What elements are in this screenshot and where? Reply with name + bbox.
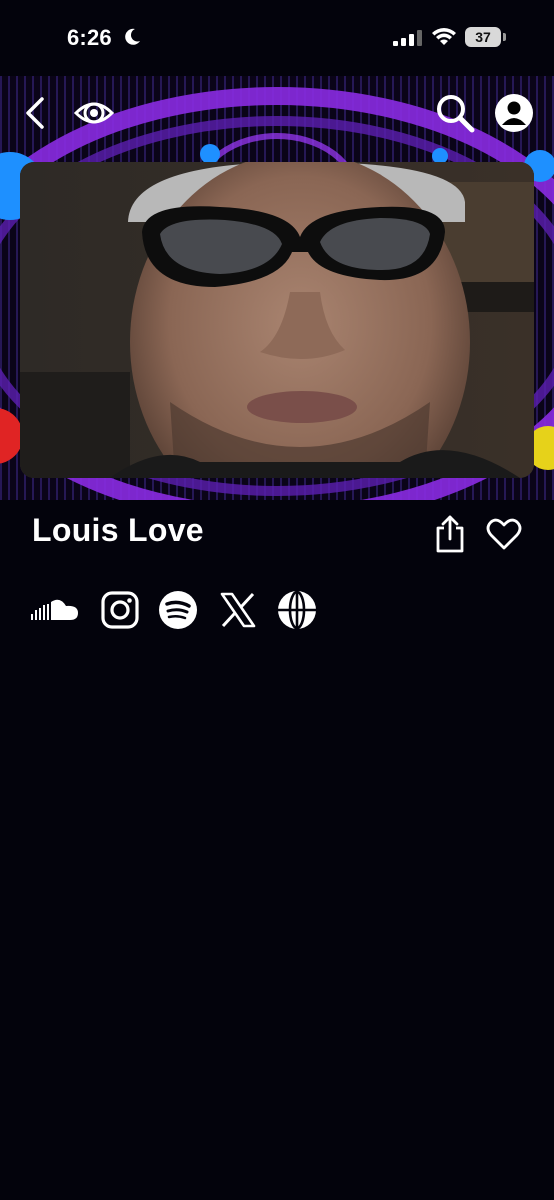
soundcloud-icon[interactable] (30, 590, 80, 630)
account-icon[interactable] (494, 93, 534, 133)
status-time: 6:26 (67, 25, 112, 50)
globe-icon[interactable] (277, 590, 317, 630)
artist-name: Louis Love (32, 512, 204, 548)
moon-icon (125, 28, 140, 45)
spotify-icon[interactable] (158, 590, 198, 630)
logo-icon[interactable] (74, 93, 114, 133)
share-icon[interactable] (434, 514, 466, 554)
wifi-icon (432, 28, 456, 45)
battery-indicator: 37 (465, 27, 501, 47)
instagram-icon[interactable] (100, 590, 140, 630)
artist-photo (20, 162, 534, 478)
signal-icon (393, 30, 422, 46)
back-icon[interactable] (22, 96, 50, 130)
heart-icon[interactable] (486, 516, 522, 552)
search-icon[interactable] (434, 92, 476, 134)
x-icon[interactable] (218, 590, 258, 630)
status-bar: 6:26 37 (0, 0, 554, 76)
battery-tip (503, 33, 506, 41)
